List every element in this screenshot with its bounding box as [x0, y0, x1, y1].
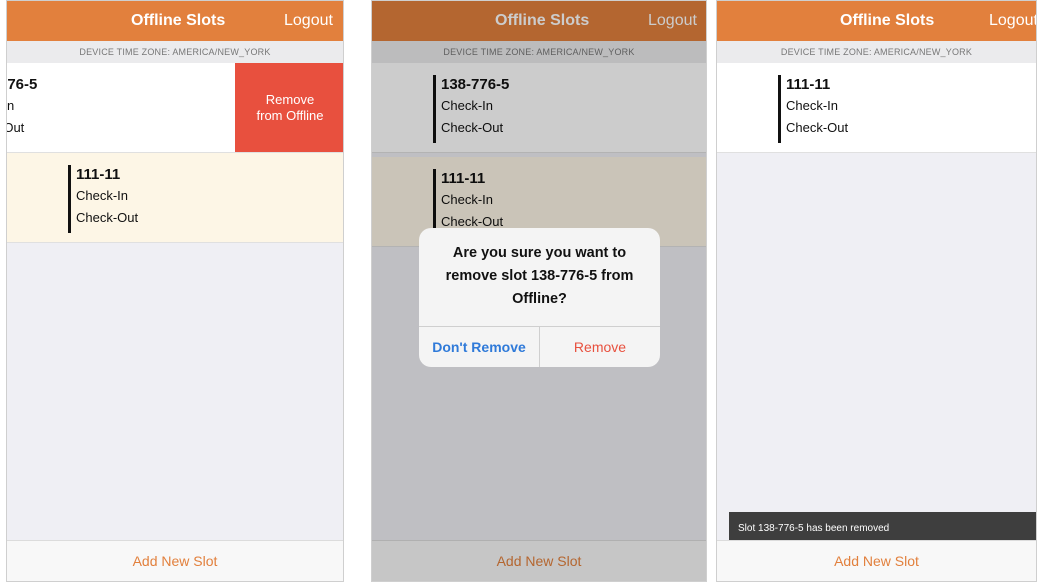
slot-checkin: -In [7, 98, 15, 113]
logout-button[interactable]: Logout [284, 1, 333, 41]
screen-confirm-remove: Offline Slots Logout DEVICE TIME ZONE: A… [371, 0, 707, 582]
slot-row[interactable]: 776-5 -In -Out Remove from Offline [7, 63, 343, 153]
alert-button-bar: Don't Remove Remove [419, 326, 660, 367]
remove-button[interactable]: Remove [540, 327, 660, 367]
remove-label-line2: from Offline [256, 108, 324, 123]
add-new-slot-button[interactable]: Add New Slot [717, 540, 1036, 581]
logout-button[interactable]: Logout [989, 1, 1036, 41]
add-new-slot-button[interactable]: Add New Slot [7, 540, 343, 581]
slot-checkin: Check-In [786, 98, 839, 113]
page-title: Offline Slots [840, 12, 935, 29]
remove-from-offline-button[interactable]: Remove from Offline [235, 63, 343, 152]
nav-bar: Offline Slots Logout [717, 1, 1036, 41]
timezone-banner: DEVICE TIME ZONE: AMERICA/NEW_YORK [717, 41, 1036, 63]
screen-swipe-remove: Offline Slots Logout DEVICE TIME ZONE: A… [6, 0, 344, 582]
slot-checkout: -Out [7, 120, 25, 135]
slot-checkin: Check-In [76, 188, 129, 203]
slot-number: 111-11 [786, 76, 831, 93]
slot-number: 776-5 [7, 76, 38, 93]
confirm-alert: Are you sure you want to remove slot 138… [419, 228, 660, 367]
dont-remove-button[interactable]: Don't Remove [419, 327, 540, 367]
remove-label-line1: Remove [265, 92, 315, 107]
slot-info: 111-11 Check-In Check-Out [68, 165, 138, 233]
slot-row[interactable]: 111-11 Check-In Check-Out [7, 153, 343, 243]
page-title: Offline Slots [131, 12, 226, 29]
nav-bar: Offline Slots Logout [7, 1, 343, 41]
slot-row[interactable]: 111-11 Check-In Check-Out [717, 63, 1036, 153]
slot-checkout: Check-Out [786, 120, 849, 135]
alert-message: Are you sure you want to remove slot 138… [445, 245, 634, 307]
screen-slot-removed: Offline Slots Logout DEVICE TIME ZONE: A… [716, 0, 1037, 582]
slot-info: 111-11 Check-In Check-Out [778, 75, 848, 143]
slot-checkout: Check-Out [76, 210, 139, 225]
timezone-banner: DEVICE TIME ZONE: AMERICA/NEW_YORK [7, 41, 343, 63]
slot-info: 776-5 -In -Out [7, 75, 37, 143]
slot-number: 111-11 [76, 166, 121, 183]
